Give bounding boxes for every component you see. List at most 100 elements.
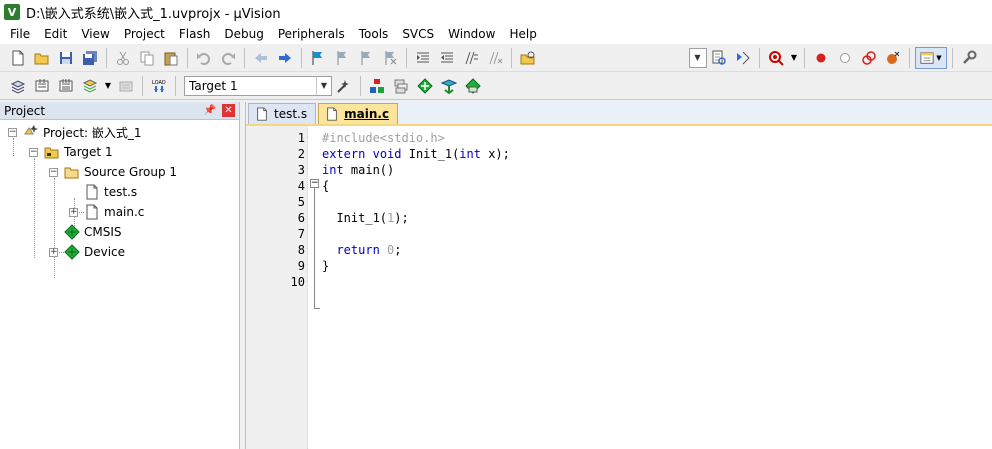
clear-bookmarks-icon[interactable] <box>379 47 401 69</box>
debug-session-icon[interactable] <box>765 47 787 69</box>
bookmark-icon[interactable] <box>307 47 329 69</box>
tree-item-cmsis[interactable]: CMSIS <box>64 222 122 242</box>
line-number: 2 <box>297 147 305 161</box>
code-line-4: { <box>322 179 330 193</box>
tree-item-target[interactable]: − Target 1 <box>29 142 113 162</box>
tree-item-test-s[interactable]: test.s <box>84 182 137 202</box>
line-number: 9 <box>297 259 305 273</box>
tree-label-project: Project: 嵌入式_1 <box>43 125 142 140</box>
expand-toggle[interactable]: + <box>69 207 78 217</box>
find-icon[interactable] <box>708 47 730 69</box>
main-area: Project 📌 ✕ − Project: 嵌入式_1 − Target 1 <box>0 102 992 449</box>
tree-item-device[interactable]: + Device <box>49 242 125 262</box>
pin-icon[interactable]: 📌 <box>204 105 216 116</box>
menu-file[interactable]: File <box>3 24 37 44</box>
software-pack-icon[interactable] <box>462 75 484 97</box>
save-icon[interactable] <box>55 47 77 69</box>
project-panel-header: Project 📌 ✕ <box>0 102 239 120</box>
menu-flash[interactable]: Flash <box>172 24 217 44</box>
menu-tools[interactable]: Tools <box>352 24 396 44</box>
tree-label-main-c: main.c <box>104 205 145 219</box>
menu-window[interactable]: Window <box>441 24 502 44</box>
chevron-down-icon[interactable]: ▼ <box>789 47 799 69</box>
manage-project-items-icon[interactable] <box>366 75 388 97</box>
menu-edit[interactable]: Edit <box>37 24 74 44</box>
select-packs-icon[interactable] <box>390 75 412 97</box>
menu-project[interactable]: Project <box>117 24 172 44</box>
manage-rte-icon[interactable] <box>414 75 436 97</box>
nav-back-icon[interactable] <box>250 47 272 69</box>
menu-svcs[interactable]: SVCS <box>395 24 441 44</box>
configure-wrench-icon[interactable] <box>958 47 980 69</box>
disable-all-breakpoints-icon[interactable] <box>858 47 880 69</box>
tree-item-source-group[interactable]: − Source Group 1 <box>49 162 177 182</box>
undo-icon[interactable] <box>193 47 215 69</box>
nav-forward-icon[interactable] <box>274 47 296 69</box>
find-in-files-icon[interactable] <box>517 47 539 69</box>
unindent-icon[interactable] <box>436 47 458 69</box>
tree-item-project[interactable]: − Project: 嵌入式_1 <box>8 122 142 142</box>
code-area[interactable]: 1 2 3 4 5 6 7 8 9 10 − #include<stdio.h>… <box>246 126 992 449</box>
expand-toggle[interactable]: + <box>49 247 58 257</box>
stop-build-icon[interactable] <box>115 75 137 97</box>
incremental-find-icon[interactable] <box>732 47 754 69</box>
collapse-toggle[interactable]: − <box>8 127 17 137</box>
tree-item-main-c[interactable]: + main.c <box>69 202 144 222</box>
menu-peripherals[interactable]: Peripherals <box>271 24 352 44</box>
chevron-down-icon[interactable]: ▼ <box>103 75 113 97</box>
main-toolbar: ▼ ▼ ▼ <box>0 44 992 72</box>
target-options-icon[interactable] <box>333 75 355 97</box>
tree-label-cmsis: CMSIS <box>84 225 122 239</box>
component-diamond-icon <box>64 224 80 240</box>
chevron-down-icon[interactable]: ▼ <box>316 76 331 95</box>
next-bookmark-icon[interactable] <box>355 47 377 69</box>
comment-icon[interactable] <box>460 47 482 69</box>
uncomment-icon[interactable] <box>484 47 506 69</box>
toolbar-separator <box>759 47 760 68</box>
open-folder-icon[interactable] <box>31 47 53 69</box>
paste-icon[interactable] <box>160 47 182 69</box>
indent-icon[interactable] <box>412 47 434 69</box>
toolbar-separator <box>175 75 176 96</box>
menu-help[interactable]: Help <box>502 24 543 44</box>
fold-line <box>314 188 315 308</box>
cut-icon[interactable] <box>112 47 134 69</box>
new-file-icon[interactable] <box>7 47 29 69</box>
file-icon <box>325 107 344 121</box>
pack-installer-icon[interactable] <box>438 75 460 97</box>
kill-all-breakpoints-icon[interactable] <box>882 47 904 69</box>
redo-icon[interactable] <box>217 47 239 69</box>
file-icon <box>255 107 274 121</box>
code-text[interactable]: #include<stdio.h> extern void Init_1(int… <box>322 126 992 449</box>
build-icon[interactable] <box>31 75 53 97</box>
copy-icon[interactable] <box>136 47 158 69</box>
fold-toggle[interactable]: − <box>310 179 319 188</box>
menu-view[interactable]: View <box>74 24 116 44</box>
find-combo[interactable]: ▼ <box>689 47 707 68</box>
line-number: 3 <box>297 163 305 177</box>
insert-breakpoint-icon[interactable] <box>810 47 832 69</box>
collapse-toggle[interactable]: − <box>29 147 38 157</box>
toolbar-separator <box>142 75 143 96</box>
prev-bookmark-icon[interactable] <box>331 47 353 69</box>
menu-debug[interactable]: Debug <box>217 24 270 44</box>
uvision-app-icon: V <box>4 4 20 20</box>
rebuild-icon[interactable] <box>55 75 77 97</box>
window-layout-button[interactable]: ▼ <box>915 46 947 69</box>
tab-test-s[interactable]: test.s <box>248 103 317 124</box>
close-icon[interactable]: ✕ <box>222 104 235 117</box>
save-all-icon[interactable] <box>79 47 101 69</box>
translate-icon[interactable] <box>7 75 29 97</box>
target-select[interactable]: Target 1 ▼ <box>184 75 332 96</box>
collapse-toggle[interactable]: − <box>49 167 58 177</box>
enable-breakpoint-icon[interactable] <box>834 47 856 69</box>
tab-main-c[interactable]: main.c <box>318 103 399 124</box>
file-icon <box>84 204 100 220</box>
toolbar-separator <box>301 47 302 68</box>
line-number: 1 <box>297 131 305 145</box>
svg-text:LOAD: LOAD <box>152 80 166 86</box>
batch-build-icon[interactable] <box>79 75 101 97</box>
line-number: 6 <box>297 211 305 225</box>
download-load-icon[interactable]: LOAD <box>148 75 170 97</box>
